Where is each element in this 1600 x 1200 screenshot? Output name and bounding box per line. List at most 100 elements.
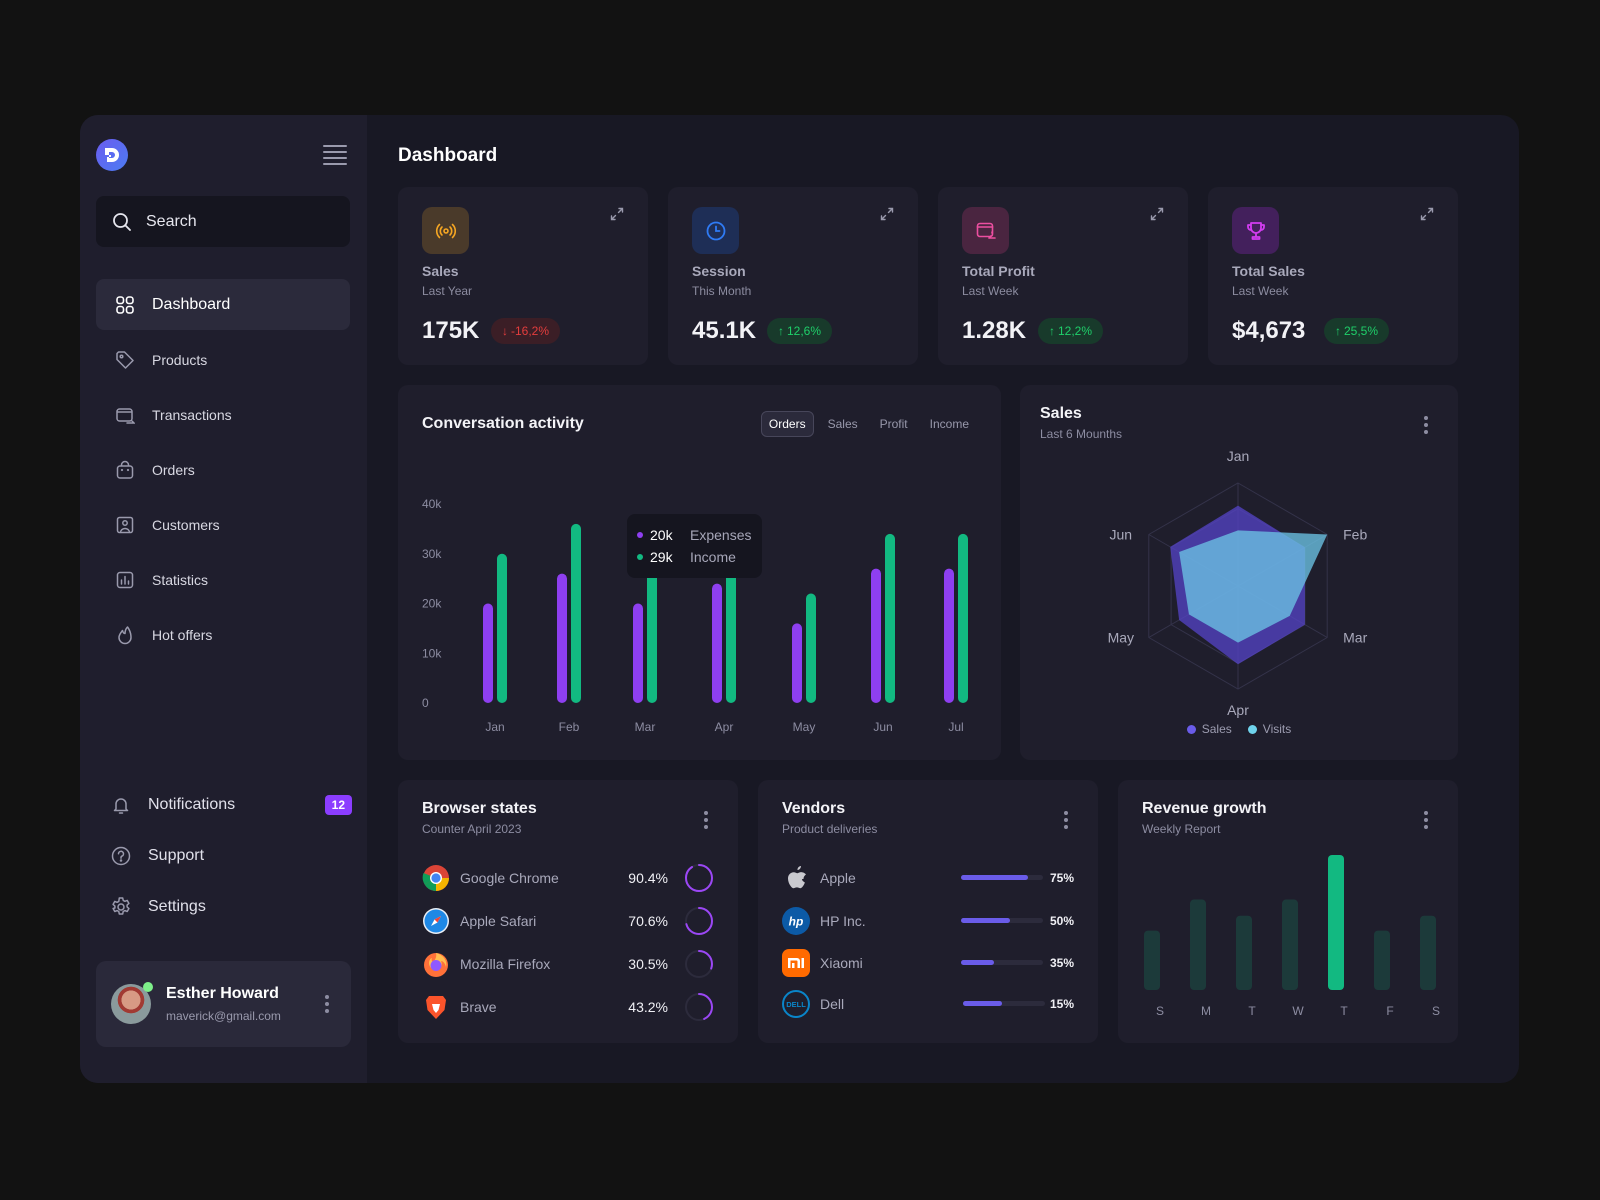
- search-input[interactable]: [146, 212, 336, 231]
- revenue-bar-6[interactable]: [1420, 915, 1436, 990]
- more-options-button[interactable]: [1064, 811, 1070, 829]
- browser-row-safari: Apple Safari 70.6%: [422, 906, 714, 936]
- revenue-bar-1[interactable]: [1190, 899, 1206, 990]
- sidebar-item-hot-offers[interactable]: Hot offers: [96, 609, 350, 660]
- bar-expenses-may[interactable]: [792, 623, 802, 703]
- expand-icon[interactable]: [610, 207, 624, 226]
- legend-dot: [1186, 724, 1196, 734]
- sidebar-item-orders[interactable]: Orders: [96, 444, 350, 495]
- help-icon: [110, 845, 132, 867]
- x-tick-label: Jan: [485, 720, 504, 734]
- bar-income-mar[interactable]: [647, 558, 657, 703]
- bar-expenses-jun[interactable]: [871, 568, 881, 703]
- browser-percent: 30.5%: [628, 956, 668, 972]
- stat-label: Total Sales: [1232, 263, 1305, 279]
- dot: [325, 1009, 329, 1013]
- sidebar-item-label: Notifications: [148, 795, 236, 813]
- expand-icon[interactable]: [1420, 207, 1434, 226]
- menu-line: [323, 145, 347, 147]
- sidebar-item-settings[interactable]: Settings: [96, 881, 352, 932]
- bar-income-apr[interactable]: [726, 558, 736, 703]
- x-tick-label: Mar: [635, 720, 656, 734]
- stat-card-sales: Sales Last Year 175K ↓ -16,2%: [398, 187, 648, 365]
- sidebar: Dashboard Products Transactions Orders C…: [80, 115, 367, 1083]
- day-label: F: [1386, 1004, 1393, 1018]
- bar-income-jul[interactable]: [958, 533, 968, 703]
- sidebar-item-label: Customers: [152, 516, 220, 533]
- online-status-dot: [143, 982, 153, 992]
- progress-fill: [961, 918, 1011, 923]
- app-logo[interactable]: [96, 139, 128, 171]
- dot: [325, 995, 329, 999]
- sidebar-item-customers[interactable]: Customers: [96, 499, 350, 550]
- hamburger-menu-button[interactable]: [323, 145, 347, 165]
- tag-icon: [114, 349, 136, 371]
- sidebar-bottom-nav: Notifications 12 Support Settings: [96, 779, 352, 932]
- sidebar-item-notifications[interactable]: Notifications 12: [96, 779, 352, 830]
- sales-radar-card: Sales Last 6 Mounths Jan Feb Mar Apr May Jun …: [1020, 385, 1458, 760]
- sidebar-item-label: Hot offers: [152, 626, 213, 643]
- revenue-bar-5[interactable]: [1374, 930, 1390, 990]
- legend-label: Sales: [1201, 722, 1232, 736]
- bar-expenses-feb[interactable]: [557, 573, 567, 703]
- vendor-name: Apple: [820, 870, 856, 886]
- bar-expenses-jul[interactable]: [944, 568, 954, 703]
- stat-value: $4,673: [1232, 317, 1306, 344]
- vendor-percent: 35%: [1049, 956, 1074, 970]
- tooltip-row-expenses: 20k Expenses: [637, 524, 762, 546]
- bar-income-jan[interactable]: [497, 553, 507, 703]
- arrow-up-icon: ↑: [1049, 324, 1055, 338]
- day-label: M: [1201, 1004, 1211, 1018]
- xiaomi-icon: [782, 949, 810, 977]
- progress-ring: [685, 993, 713, 1021]
- app-window: Dashboard Products Transactions Orders C…: [80, 115, 1519, 1083]
- chrome-icon: [422, 864, 450, 892]
- user-profile-card[interactable]: Esther Howard maverick@gmail.com: [96, 961, 351, 1047]
- vendor-percent: 15%: [1049, 997, 1074, 1011]
- safari-icon: [422, 907, 450, 935]
- day-label: T: [1248, 1004, 1256, 1018]
- menu-line: [323, 163, 347, 165]
- bar-expenses-apr[interactable]: [712, 583, 722, 703]
- vendors-card: Vendors Product deliveries Apple 75% hp …: [758, 780, 1098, 1043]
- dot: [1064, 811, 1068, 815]
- bar-expenses-mar[interactable]: [633, 603, 643, 704]
- sidebar-item-support[interactable]: Support: [96, 830, 352, 881]
- wallet-transfer-icon: [975, 220, 997, 242]
- stat-card-total-profit: Total Profit Last Week 1.28K ↑ 12,2%: [938, 187, 1188, 365]
- radar-axis-label: Jun: [1110, 527, 1133, 543]
- bar-expenses-jan[interactable]: [483, 603, 493, 704]
- radar-axis-label: Feb: [1343, 527, 1367, 543]
- sidebar-item-statistics[interactable]: Statistics: [96, 554, 350, 605]
- profile-more-button[interactable]: [325, 995, 331, 1013]
- bar-income-jun[interactable]: [885, 533, 895, 703]
- sidebar-item-dashboard[interactable]: Dashboard: [96, 279, 350, 330]
- revenue-bar-0[interactable]: [1144, 930, 1160, 990]
- revenue-bar-2[interactable]: [1236, 915, 1252, 990]
- dot: [325, 1002, 329, 1006]
- sidebar-item-products[interactable]: Products: [96, 334, 350, 385]
- legend-item-visits: Visits: [1247, 722, 1291, 736]
- wallet-icon: [114, 404, 136, 426]
- more-options-button[interactable]: [704, 811, 710, 829]
- svg-text:hp: hp: [789, 915, 804, 929]
- bar-income-may[interactable]: [806, 593, 816, 703]
- revenue-bar-4[interactable]: [1328, 855, 1344, 990]
- card-subtitle: Counter April 2023: [422, 822, 522, 836]
- revenue-bar-3[interactable]: [1282, 899, 1298, 990]
- sidebar-item-transactions[interactable]: Transactions: [96, 389, 350, 440]
- stat-value: 1.28K: [962, 317, 1027, 344]
- revenue-growth-card: Revenue growth Weekly Report SMTWTFS: [1118, 780, 1458, 1043]
- progress-ring: [685, 864, 713, 892]
- vendor-name: Xiaomi: [820, 955, 863, 971]
- arrow-up-icon: ↑: [1335, 324, 1341, 338]
- search-box[interactable]: [96, 196, 350, 247]
- hp-icon: hp: [782, 907, 810, 935]
- expand-icon[interactable]: [1150, 207, 1164, 226]
- card-title: Browser states: [422, 800, 537, 817]
- bar-income-feb[interactable]: [571, 523, 581, 703]
- stat-change-value: 12,6%: [787, 324, 822, 338]
- expand-icon[interactable]: [880, 207, 894, 226]
- sidebar-item-label: Dashboard: [152, 295, 231, 313]
- bag-icon: [114, 459, 136, 481]
